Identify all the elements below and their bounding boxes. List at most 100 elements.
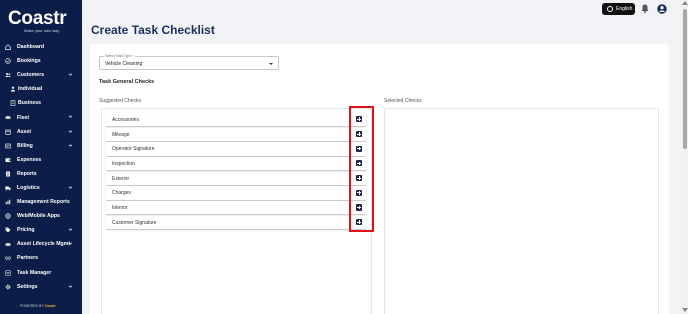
gear-icon [5, 284, 11, 289]
chevron-down-icon[interactable] [68, 114, 73, 119]
sidebar-item-label: Billing [17, 142, 33, 149]
sidebar-item-label: Logistics [17, 184, 40, 191]
chevron-down-icon[interactable] [68, 185, 73, 190]
home-icon [5, 44, 11, 50]
sidebar-item-management-reports[interactable]: Management Reports [0, 195, 82, 209]
tag-icon [5, 227, 11, 233]
billing-icon [5, 143, 11, 148]
car-icon [5, 116, 11, 121]
suggested-checks-list: Accessories Mileage Operator Signature Insp… [106, 113, 366, 231]
check-item[interactable]: Accessories [106, 113, 366, 127]
globe-icon [5, 213, 11, 219]
avatar-icon[interactable] [657, 4, 667, 14]
chevron-down-icon[interactable] [68, 284, 73, 289]
check-item-label: Exterior [112, 175, 130, 182]
sidebar-item-web-mobile-apps[interactable]: Web/Mobile Apps [0, 209, 82, 223]
check-item-label: Interior [112, 205, 128, 212]
sidebar-item-label: Individual [18, 86, 43, 93]
scroll-up-arrow-icon[interactable] [682, 1, 688, 5]
check-item[interactable]: Exterior [106, 171, 366, 185]
check-item-label: Operator Signature [112, 146, 155, 153]
sidebar-item-partners[interactable]: Partners [0, 251, 82, 265]
sidebar-item-label: Settings [17, 283, 38, 290]
check-item-label: Charges [112, 190, 131, 197]
chevron-down-icon[interactable] [68, 72, 73, 77]
chart-icon [5, 199, 11, 205]
sidebar-item-bookings[interactable]: Bookings [0, 54, 82, 68]
check-circle-icon [5, 58, 11, 64]
sidebar-nav: Dashboard Bookings Customers Individual Busi… [0, 40, 82, 294]
logo-text: Coastr [8, 8, 67, 29]
box-icon [5, 129, 11, 135]
language-button[interactable]: English [602, 3, 635, 15]
check-item[interactable]: Operator Signature [106, 142, 366, 156]
report-icon [6, 171, 10, 177]
check-item[interactable]: Mileage [106, 127, 366, 141]
chevron-down-icon[interactable] [68, 227, 73, 232]
suggested-checks-label: Suggested Checks [99, 98, 141, 104]
chevron-down-icon[interactable] [68, 143, 73, 148]
sidebar-item-expenses[interactable]: Expenses [0, 153, 82, 167]
chevron-down-icon[interactable] [68, 129, 73, 134]
checklist-card: Select Task Type * Vehicle Cleaning Task… [90, 44, 669, 314]
sidebar-item-settings[interactable]: Settings [0, 280, 82, 294]
sidebar-item-customers[interactable]: Customers [0, 68, 82, 82]
scroll-thumb[interactable] [683, 9, 687, 149]
sidebar-item-reports[interactable]: Reports [0, 167, 82, 181]
building-icon [10, 100, 16, 107]
caret-down-icon [269, 63, 273, 65]
selected-checks-label: Selected Checks [384, 98, 422, 104]
sidebar-item-asset[interactable]: Asset [0, 125, 82, 139]
check-item-label: Accessories [112, 117, 139, 123]
sidebar-item-individual[interactable]: Individual [0, 82, 82, 96]
check-item[interactable]: Charges [106, 186, 366, 200]
check-item-label: Customer Signature [112, 219, 157, 226]
sidebar-item-task-manager[interactable]: Task Manager [0, 266, 82, 280]
sidebar-item-label: Asset [17, 128, 32, 135]
check-item-label: Mileage [112, 131, 130, 138]
app-logo[interactable]: Coastr Make your own way [6, 8, 78, 36]
add-buttons-highlight [349, 106, 374, 232]
chevron-down-icon[interactable] [68, 241, 73, 246]
page-scrollbar[interactable] [681, 0, 688, 314]
sidebar-item-dashboard[interactable]: Dashboard [0, 40, 82, 54]
sidebar-item-label: Partners [17, 255, 39, 262]
car-icon [5, 243, 11, 247]
logo-tagline: Make your own way [24, 28, 60, 33]
task-icon [5, 269, 11, 276]
sidebar-item-label: Asset Lifecycle Mgmt [17, 241, 71, 248]
users-icon [5, 73, 11, 78]
task-type-label: Select Task Type * [104, 54, 135, 58]
globe-icon [607, 6, 613, 12]
bell-icon[interactable] [641, 4, 649, 13]
truck-icon [5, 186, 11, 191]
sidebar-item-label: Customers [17, 72, 45, 79]
sidebar-item-billing[interactable]: Billing [0, 139, 82, 153]
sidebar-item-label: Fleet [17, 114, 30, 121]
task-type-select[interactable]: Select Task Type * Vehicle Cleaning [99, 54, 279, 70]
language-label: English [616, 6, 633, 12]
sidebar-item-logistics[interactable]: Logistics [0, 181, 82, 195]
check-item[interactable]: Customer Signature [106, 215, 366, 229]
sidebar-item-label: Reports [17, 170, 37, 177]
powered-by: POWERED BY Coastr [20, 304, 56, 308]
scroll-down-arrow-icon[interactable] [682, 308, 688, 312]
task-type-value: Vehicle Cleaning [105, 61, 143, 67]
sidebar-item-business[interactable]: Business [0, 96, 82, 110]
selected-checks-panel[interactable] [384, 108, 659, 314]
sidebar-item-pricing[interactable]: Pricing [0, 223, 82, 237]
sidebar: Coastr Make your own way Dashboard Bookin… [0, 0, 82, 314]
sidebar-item-fleet[interactable]: Fleet [0, 110, 82, 124]
sidebar-item-label: Dashboard [17, 44, 45, 51]
sidebar-item-label: Pricing [17, 227, 35, 234]
powered-by-brand: Coastr [44, 304, 56, 308]
sidebar-item-label: Management Reports [17, 199, 70, 206]
wallet-icon [5, 158, 11, 162]
check-item[interactable]: Inspection [106, 157, 366, 171]
sidebar-item-asset-lifecycle-mgmt[interactable]: Asset Lifecycle Mgmt [0, 237, 82, 251]
section-title: Task General Checks [99, 79, 155, 85]
sidebar-item-label: Business [18, 100, 42, 107]
check-item-label: Inspection [112, 161, 135, 168]
person-icon [10, 86, 16, 92]
check-item[interactable]: Interior [106, 201, 366, 215]
